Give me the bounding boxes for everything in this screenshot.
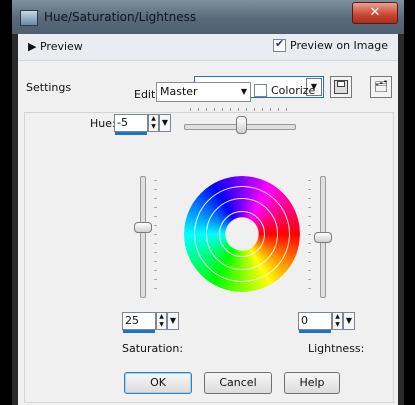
lightness-slider-thumb[interactable]: [314, 232, 332, 243]
hue-slider-thumb[interactable]: [236, 116, 247, 134]
colorize-label: Colorize: [271, 84, 316, 97]
title-bar[interactable]: Hue/Saturation/Lightness ✕: [12, 0, 404, 34]
close-button[interactable]: ✕: [352, 2, 398, 24]
edit-channel-value: Master: [160, 85, 198, 98]
ok-button[interactable]: OK: [124, 372, 192, 394]
settings-label: Settings: [26, 81, 72, 94]
saturation-slider-thumb[interactable]: [134, 222, 152, 233]
lightness-label: Lightness:: [308, 342, 365, 355]
saturation-input-underline: [123, 330, 155, 333]
preview-toggle[interactable]: ▶ Preview: [28, 40, 83, 53]
edit-channel-select[interactable]: Master ▼: [156, 82, 251, 102]
app-icon: [20, 10, 38, 26]
hue-label: Hue:: [90, 117, 116, 130]
hue-input-underline: [115, 132, 147, 135]
saturation-input[interactable]: 25: [122, 312, 156, 333]
hue-spin-icon[interactable]: ▲ ▼: [148, 114, 159, 132]
expand-arrow-icon: ▶: [28, 40, 37, 53]
chevron-down-icon: ▼: [240, 87, 247, 96]
saturation-dropdown-icon[interactable]: ▼: [167, 312, 179, 330]
saturation-value: 25: [125, 314, 139, 327]
preview-bar: ▶ Preview Preview on Image: [18, 34, 398, 61]
hue-value: -5: [117, 116, 128, 129]
preview-on-image-option[interactable]: Preview on Image: [273, 37, 388, 52]
lightness-input[interactable]: 0: [298, 312, 332, 333]
lightness-slider-ticks: [308, 180, 311, 290]
wheel-ring-inner: [219, 211, 265, 257]
colorize-checkbox[interactable]: [254, 84, 267, 97]
preview-on-image-label: Preview on Image: [290, 39, 388, 52]
dialog-window: Hue/Saturation/Lightness ✕ ▶ Preview Pre…: [12, 0, 404, 405]
preview-label: Preview: [39, 40, 83, 53]
lightness-dropdown-icon[interactable]: ▼: [343, 312, 355, 330]
hue-slider-ticks: [190, 108, 290, 111]
lightness-spin-icon[interactable]: ▲ ▼: [332, 312, 343, 330]
saturation-spin-icon[interactable]: ▲ ▼: [156, 312, 167, 330]
saturation-slider-ticks: [154, 180, 157, 290]
hue-input[interactable]: -5: [114, 114, 148, 135]
saturation-label: Saturation:: [122, 342, 184, 355]
save-preset-icon[interactable]: [330, 76, 352, 98]
preview-on-image-checkbox[interactable]: [273, 37, 287, 52]
lightness-input-underline: [299, 330, 331, 333]
cancel-button[interactable]: Cancel: [204, 372, 272, 394]
preset-manager-icon[interactable]: 🗂: [370, 76, 392, 98]
lightness-value: 0: [301, 314, 308, 327]
help-button[interactable]: Help: [284, 372, 340, 394]
hue-dropdown-icon[interactable]: ▼: [159, 114, 171, 132]
window-title: Hue/Saturation/Lightness: [44, 10, 197, 24]
colorize-option[interactable]: Colorize: [254, 84, 315, 97]
saturation-slider-track[interactable]: [140, 176, 146, 298]
